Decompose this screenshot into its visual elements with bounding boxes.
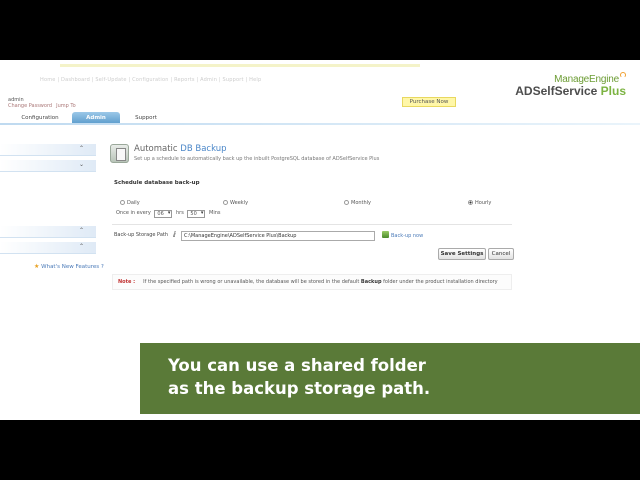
- sidebar-section-4[interactable]: ⌃: [0, 242, 96, 254]
- radio-daily[interactable]: Daily: [120, 200, 140, 206]
- note-bold: Backup: [360, 279, 382, 285]
- video-frame: Home | Dashboard | Self-Update | Configu…: [0, 0, 640, 480]
- note-text-1: If the specified path is wrong or unavai…: [143, 279, 361, 285]
- minutes-select[interactable]: 50: [187, 210, 206, 218]
- radio-circle-icon[interactable]: [120, 200, 125, 205]
- frequency-radio-group: Daily Weekly Monthly Hourly: [120, 200, 520, 208]
- sidebar-section-3[interactable]: ⌃: [0, 226, 96, 238]
- caption-line-2: as the backup storage path.: [168, 379, 431, 398]
- note-text-2: folder under the product installation di…: [381, 279, 498, 285]
- note-label: Note :: [118, 279, 136, 285]
- caption-line-1: You can use a shared folder: [168, 356, 426, 375]
- save-settings-button[interactable]: Save Settings: [438, 248, 486, 260]
- storage-path-input[interactable]: C:\ManageEngine\ADSelfService Plus\Backu…: [181, 231, 375, 241]
- chevron-down-icon[interactable]: ⌄: [79, 161, 84, 168]
- note-box: Note : If the specified path is wrong or …: [112, 274, 512, 290]
- top-highlight-strip: [60, 64, 420, 67]
- storage-path-label: Back-up Storage Path: [114, 232, 169, 238]
- cancel-button[interactable]: Cancel: [488, 248, 514, 260]
- backup-icon: [382, 231, 389, 238]
- product-logo: ManageEngine ADSelfService Plus: [515, 72, 626, 98]
- purchase-now-button[interactable]: Purchase Now: [402, 97, 456, 107]
- change-password-link[interactable]: Change Password: [8, 103, 52, 109]
- radio-hourly[interactable]: Hourly: [468, 200, 491, 206]
- page-subtitle: Set up a schedule to automatically back …: [134, 156, 380, 162]
- whats-new-link[interactable]: ★ What's New Features ?: [34, 263, 104, 270]
- mins-label: Mins: [209, 210, 221, 216]
- chevron-up-icon[interactable]: ⌃: [79, 243, 84, 250]
- logo-adselfservice: ADSelfService Plus: [515, 84, 626, 98]
- top-nav-links[interactable]: Home | Dashboard | Self-Update | Configu…: [40, 77, 261, 83]
- logo-arc-icon: [620, 72, 626, 78]
- sidebar-section-2[interactable]: ⌄: [0, 160, 96, 172]
- chevron-up-icon[interactable]: ⌃: [79, 145, 84, 152]
- backup-now-link[interactable]: Back-up now: [382, 231, 423, 239]
- chevron-up-icon[interactable]: ⌃: [79, 227, 84, 234]
- video-caption: You can use a shared folder as the backu…: [140, 343, 640, 414]
- tab-underline: [0, 123, 640, 125]
- hrs-label: hrs: [175, 210, 184, 216]
- radio-weekly[interactable]: Weekly: [223, 200, 248, 206]
- user-block: admin Change Password Jump To: [8, 97, 80, 109]
- jump-to-link[interactable]: Jump To: [56, 103, 76, 109]
- hours-select[interactable]: 06: [154, 210, 173, 218]
- radio-monthly[interactable]: Monthly: [344, 200, 371, 206]
- page-title: Automatic DB Backup: [134, 144, 227, 154]
- text-cursor-icon: ⅈ: [173, 230, 176, 239]
- database-backup-icon: [110, 144, 129, 163]
- radio-selected-icon[interactable]: [468, 200, 473, 205]
- sidebar-section-1[interactable]: ⌃: [0, 144, 96, 156]
- once-in-every-label: Once in every: [116, 210, 151, 216]
- star-icon: ★: [34, 263, 40, 270]
- radio-circle-icon[interactable]: [344, 200, 349, 205]
- user-links: Change Password Jump To: [8, 103, 80, 109]
- divider: [112, 224, 512, 225]
- interval-row: Once in every 06 hrs 50 Mins: [116, 210, 221, 218]
- schedule-label: Schedule database back-up: [114, 180, 200, 186]
- radio-circle-icon[interactable]: [223, 200, 228, 205]
